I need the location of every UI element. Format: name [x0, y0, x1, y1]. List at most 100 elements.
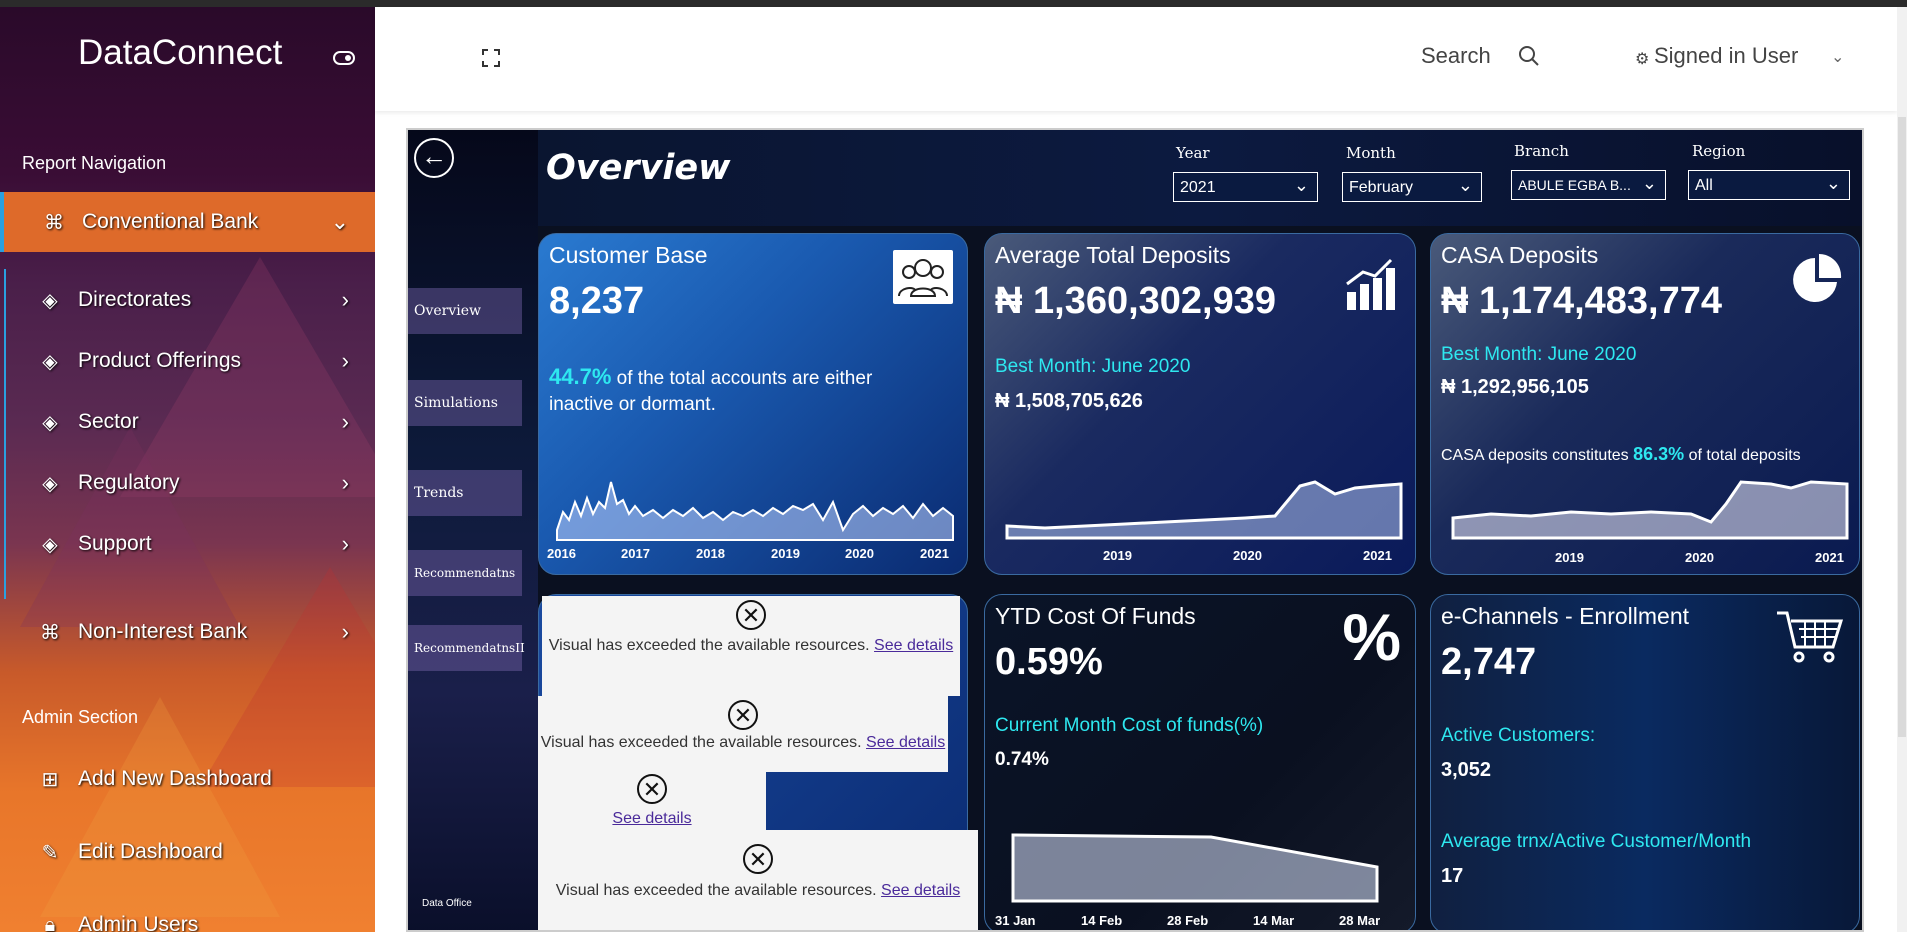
error-message: Visual has exceeded the available resour… — [555, 882, 877, 899]
sidebar: DataConnect Report Navigation ⌘ Conventi… — [0, 7, 375, 932]
sidebar-item-regulatory[interactable]: ◈ Regulatory › — [0, 453, 375, 513]
tab-simulations[interactable]: Simulations — [408, 380, 522, 426]
tick-label: 2016 — [547, 546, 576, 561]
tick-label: 2019 — [1103, 548, 1132, 563]
sidebar-item-sector[interactable]: ◈ Sector › — [0, 392, 375, 452]
casa-deposits-card: CASA Deposits ₦ 1,174,483,774 Best Month… — [1430, 233, 1860, 575]
search-icon[interactable] — [1518, 45, 1540, 67]
see-details-link[interactable]: See details — [866, 734, 945, 751]
sidebar-item-non-interest-bank[interactable]: ⌘ Non-Interest Bank › — [0, 602, 375, 662]
sidebar-item-admin-users[interactable]: 🔒︎ Admin Users — [0, 895, 375, 932]
scrollbar-thumb[interactable] — [1898, 117, 1906, 737]
gear-icon: ⚙ — [1635, 51, 1650, 68]
current-month-value: 0.74% — [995, 749, 1049, 770]
percent-icon: % — [1342, 600, 1401, 674]
sidebar-item-add-new-dashboard[interactable]: ⊞ Add New Dashboard — [0, 749, 375, 809]
sidebar-item-label: Product Offerings — [78, 349, 242, 372]
card-value: 0.59% — [995, 641, 1103, 683]
chevron-down-icon: ⌄ — [1293, 175, 1309, 195]
tick-label: 2021 — [920, 546, 949, 561]
sidebar-item-edit-dashboard[interactable]: ✎ Edit Dashboard — [0, 822, 375, 882]
tick-label: 28 Mar — [1339, 913, 1381, 928]
inactive-pct: 44.7% — [549, 364, 612, 389]
search-label[interactable]: Search — [1421, 43, 1491, 69]
branch-filter-label: Branch — [1514, 142, 1569, 160]
avg-trnx-label: Average trnx/Active Customer/Month — [1441, 831, 1752, 852]
month-filter-label: Month — [1346, 144, 1396, 162]
chevron-right-icon: › — [341, 287, 349, 312]
bar-chart-icon — [1346, 258, 1395, 310]
e-channels-card: e-Channels - Enrollment 2,747 Active Cus… — [1430, 594, 1860, 930]
best-month-label: Best Month: June 2020 — [1441, 344, 1637, 365]
chevron-down-icon[interactable]: ⌄ — [1831, 47, 1844, 67]
sidebar-item-label: Sector — [78, 410, 139, 433]
sidebar-item-label: Admin Users — [78, 913, 199, 932]
casa-share-text: CASA deposits constitutes 86.3% of total… — [1441, 444, 1801, 465]
back-arrow-icon[interactable]: ← — [414, 138, 454, 178]
cost-of-funds-card: YTD Cost Of Funds 0.59% % Current Month … — [984, 594, 1416, 930]
layers-icon: ◈ — [42, 411, 58, 434]
error-message: Visual has exceeded the available resour… — [540, 734, 862, 751]
layers-icon: ◈ — [42, 350, 58, 373]
fullscreen-icon[interactable] — [481, 48, 501, 68]
layers-icon: ◈ — [42, 472, 58, 495]
sidebar-item-support[interactable]: ◈ Support › — [0, 514, 375, 574]
sidebar-item-product-offerings[interactable]: ◈ Product Offerings › — [0, 331, 375, 391]
tab-overview[interactable]: Overview — [408, 288, 522, 334]
sidebar-item-label: Directorates — [78, 288, 192, 311]
casa-sparkline — [1451, 480, 1849, 540]
card-title: Customer Base — [549, 242, 708, 268]
tick-label: 2020 — [845, 546, 874, 561]
see-details-link[interactable]: See details — [881, 882, 960, 899]
tick-label: 2019 — [1555, 550, 1584, 565]
card-title: Average Total Deposits — [995, 242, 1231, 268]
layers-icon: ◈ — [42, 289, 58, 312]
sidebar-item-conventional-bank[interactable]: ⌘ Conventional Bank ⌄ — [0, 192, 375, 252]
chevron-down-icon: ⌄ — [1457, 175, 1473, 195]
customer-base-card: Customer Base 8,237 44.7% of the total a… — [538, 233, 968, 575]
tab-recommendatns[interactable]: Recommendatns — [408, 550, 522, 596]
chevron-down-icon: ⌄ — [1641, 173, 1657, 193]
average-deposits-card: Average Total Deposits ₦ 1,360,302,939 B… — [984, 233, 1416, 575]
card-value: 8,237 — [549, 280, 645, 322]
current-month-label: Current Month Cost of funds(%) — [995, 715, 1264, 736]
tab-recommendatns-ii[interactable]: RecommendatnsII — [408, 625, 525, 671]
report-canvas: ← Overview Simulations Trends Recommenda… — [406, 128, 1864, 932]
tick-label: 2020 — [1233, 548, 1262, 563]
year-filter-value: 2021 — [1180, 179, 1216, 196]
close-circle-icon: ✕ — [736, 600, 766, 630]
shopping-cart-icon — [1777, 611, 1844, 663]
see-details-link[interactable]: See details — [612, 810, 691, 827]
tick-label: 2020 — [1685, 550, 1714, 565]
tick-label: 2017 — [621, 546, 650, 561]
month-filter-value: February — [1349, 179, 1414, 196]
card-value: ₦ 1,360,302,939 — [995, 280, 1277, 322]
lock-icon: 🔒︎ — [44, 913, 56, 932]
admin-section-title: Admin Section — [22, 707, 139, 727]
user-menu-label[interactable]: Signed in User — [1654, 43, 1798, 69]
tick-label: 14 Feb — [1081, 913, 1123, 928]
close-circle-icon: ✕ — [743, 844, 773, 874]
command-icon: ⌘ — [44, 211, 64, 234]
card-title: YTD Cost Of Funds — [995, 603, 1196, 629]
close-circle-icon: ✕ — [637, 774, 667, 804]
pie-chart-icon — [1793, 253, 1842, 302]
chevron-down-icon: ⌄ — [1825, 173, 1841, 193]
casa-info-pct: 86.3% — [1633, 444, 1685, 464]
month-filter-select[interactable]: February ⌄ — [1342, 172, 1482, 202]
page-scrollbar[interactable] — [1897, 7, 1907, 932]
tab-trends[interactable]: Trends — [408, 470, 522, 516]
see-details-link[interactable]: See details — [874, 637, 953, 654]
tick-label: 14 Mar — [1253, 913, 1295, 928]
branch-filter-value: ABULE EGBA B... — [1518, 177, 1631, 193]
region-filter-select[interactable]: All ⌄ — [1688, 170, 1850, 200]
branch-filter-select[interactable]: ABULE EGBA B... ⌄ — [1511, 170, 1666, 200]
tick-label: 2021 — [1815, 550, 1844, 565]
sidebar-item-label: Non-Interest Bank — [78, 620, 248, 643]
year-filter-select[interactable]: 2021 ⌄ — [1173, 172, 1318, 202]
active-customers-value: 3,052 — [1441, 759, 1492, 781]
layers-icon: ◈ — [42, 533, 58, 556]
sidebar-item-directorates[interactable]: ◈ Directorates › — [0, 270, 375, 330]
year-filter-label: Year — [1176, 144, 1210, 162]
sidebar-toggle-icon[interactable] — [333, 51, 355, 65]
